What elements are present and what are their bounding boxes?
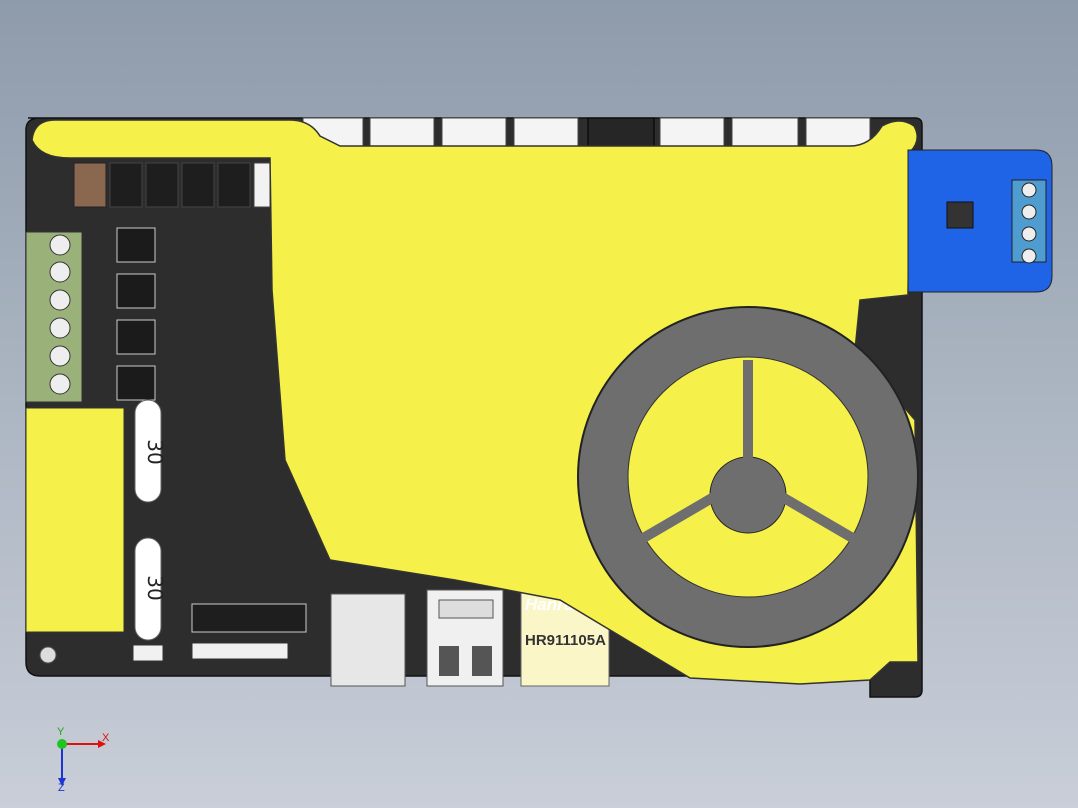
expansion-pin-header bbox=[191, 603, 307, 633]
orientation-triad: X Y Z bbox=[57, 726, 110, 794]
capacitor-bottom-label: 30 bbox=[143, 575, 167, 600]
y-axis-label: Y bbox=[57, 726, 65, 738]
power-screw-terminals bbox=[25, 231, 83, 403]
jumper-pin-headers bbox=[73, 162, 271, 208]
reset-button bbox=[132, 644, 164, 662]
yellow-pad bbox=[25, 407, 125, 633]
blue-sensor-module bbox=[907, 149, 1053, 293]
usb-port-left bbox=[330, 593, 406, 687]
ffc-connector bbox=[191, 642, 289, 660]
x-axis-label: X bbox=[102, 732, 110, 744]
ethernet-jack-label: HR911105A bbox=[525, 632, 606, 649]
cad-viewport[interactable]: 30 30 Hanrun HR911105A X Y Z bbox=[0, 0, 1078, 808]
capacitor-top-label: 30 bbox=[143, 439, 167, 464]
usb-port-double bbox=[426, 589, 504, 687]
cooling-fan bbox=[577, 306, 919, 648]
z-axis-label: Z bbox=[58, 782, 65, 794]
